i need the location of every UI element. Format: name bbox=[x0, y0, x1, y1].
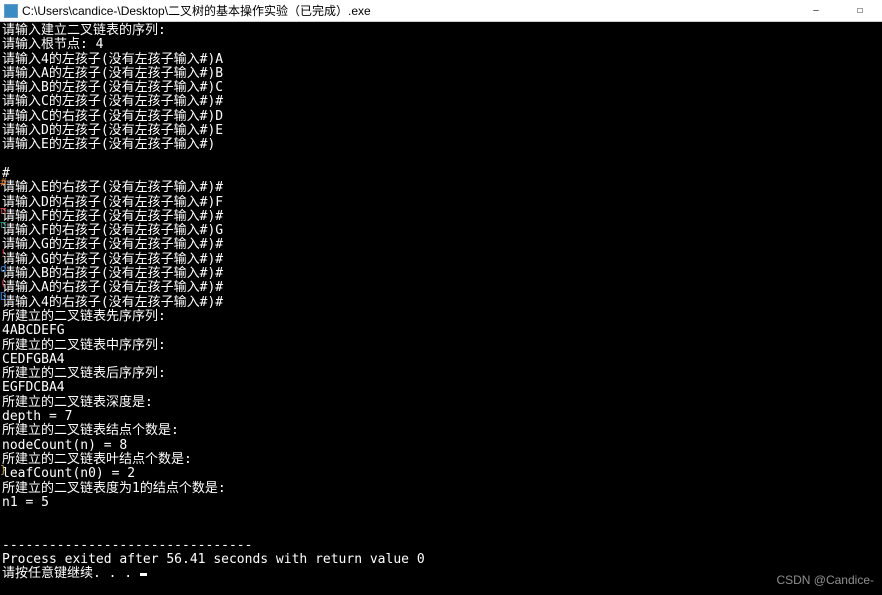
title-bar: C:\Users\candice-\Desktop\二叉树的基本操作实验（已完成… bbox=[0, 0, 882, 22]
console-line: 所建立的二叉链表结点个数是: bbox=[0, 424, 882, 438]
console-line: 请输入G的右孩子(没有左孩子输入#)# bbox=[0, 253, 882, 267]
console-line: EGFDCBA4 bbox=[0, 381, 882, 395]
console-line: 请输入4的右孩子(没有左孩子输入#)# bbox=[0, 296, 882, 310]
console-line: 4ABCDEFG bbox=[0, 324, 882, 338]
console-line: 请输入4的左孩子(没有左孩子输入#)A bbox=[0, 53, 882, 67]
console-line: 所建立的二叉链表叶结点个数是: bbox=[0, 453, 882, 467]
console-line: 请输入根节点: 4 bbox=[0, 38, 882, 52]
window-title: C:\Users\candice-\Desktop\二叉树的基本操作实验（已完成… bbox=[22, 2, 794, 19]
console-line: 请输入F的左孩子(没有左孩子输入#)# bbox=[0, 210, 882, 224]
console-line: 所建立的二叉链表深度是: bbox=[0, 396, 882, 410]
console-line: n1 = 5 bbox=[0, 496, 882, 510]
console-prompt-line: 请按任意键继续. . . bbox=[0, 567, 882, 581]
console-line: 请输入C的左孩子(没有左孩子输入#)# bbox=[0, 95, 882, 109]
console-line: 请输入建立二叉链表的序列: bbox=[0, 24, 882, 38]
console-line: 请输入E的右孩子(没有左孩子输入#)# bbox=[0, 181, 882, 195]
console-line: 所建立的二叉链表后序序列: bbox=[0, 367, 882, 381]
cursor bbox=[140, 573, 147, 576]
console-line: 所建立的二叉链表度为1的结点个数是: bbox=[0, 482, 882, 496]
prompt-text: 请按任意键继续. . . bbox=[2, 566, 140, 581]
console-line: nodeCount(n) = 8 bbox=[0, 439, 882, 453]
console-line: 请输入A的右孩子(没有左孩子输入#)# bbox=[0, 281, 882, 295]
maximize-button[interactable] bbox=[838, 0, 882, 22]
console-line: 请输入C的右孩子(没有左孩子输入#)D bbox=[0, 110, 882, 124]
console-output[interactable]: 请输入建立二叉链表的序列:请输入根节点: 4请输入4的左孩子(没有左孩子输入#)… bbox=[0, 22, 882, 582]
console-line bbox=[0, 153, 882, 167]
console-line: CEDFGBA4 bbox=[0, 353, 882, 367]
app-icon bbox=[4, 4, 18, 18]
console-line: -------------------------------- bbox=[0, 539, 882, 553]
window-buttons bbox=[794, 0, 882, 22]
console-line bbox=[0, 510, 882, 524]
console-line: 所建立的二叉链表中序序列: bbox=[0, 339, 882, 353]
console-line: 所建立的二叉链表先序序列: bbox=[0, 310, 882, 324]
watermark: CSDN @Candice- bbox=[776, 573, 874, 587]
console-line bbox=[0, 524, 882, 538]
console-line: 请输入E的左孩子(没有左孩子输入#) bbox=[0, 138, 882, 152]
minimize-button[interactable] bbox=[794, 0, 838, 22]
console-line: leafCount(n0) = 2 bbox=[0, 467, 882, 481]
console-line: 请输入D的右孩子(没有左孩子输入#)F bbox=[0, 196, 882, 210]
console-line: 请输入G的左孩子(没有左孩子输入#)# bbox=[0, 238, 882, 252]
